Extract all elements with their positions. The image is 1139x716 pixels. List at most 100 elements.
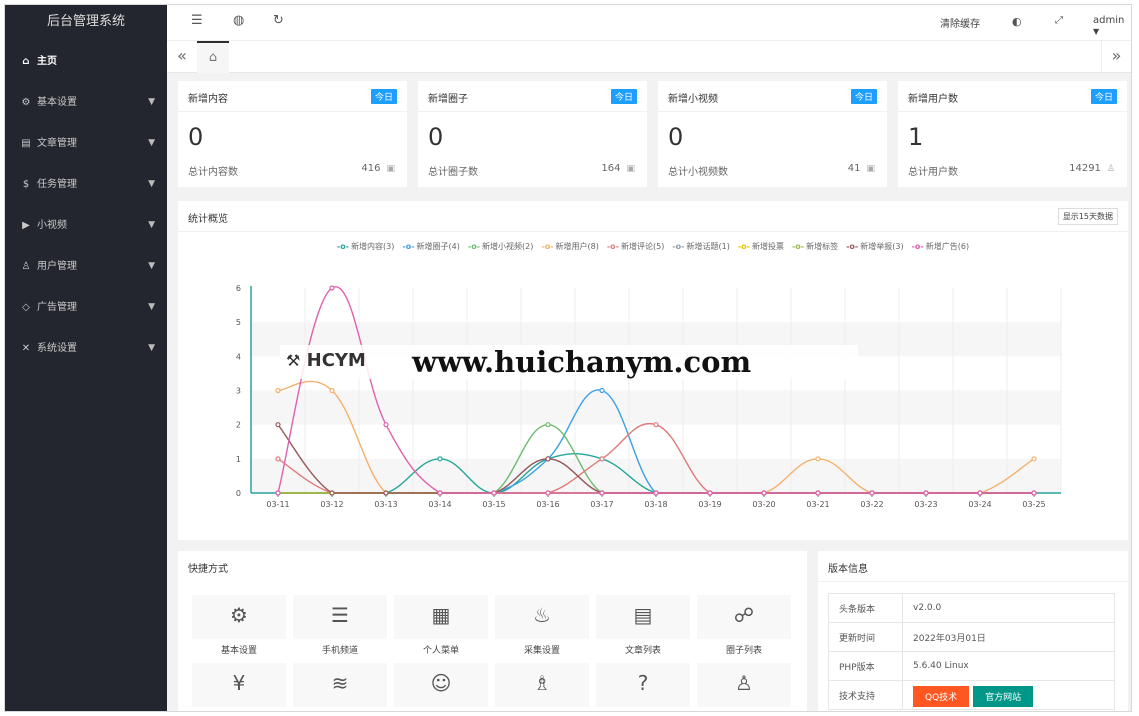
quick-link-label[interactable]: 基本设置 <box>192 643 286 656</box>
globe-icon[interactable]: ◍ <box>233 13 244 28</box>
document-icon: ▣ <box>626 164 635 174</box>
quick-link-label[interactable]: 个人菜单 <box>394 643 488 656</box>
tools-icon: ✕ <box>21 343 31 354</box>
quick-link[interactable]: ☍ <box>697 595 791 639</box>
caret-down-icon: ▼ <box>148 220 155 230</box>
quick-link[interactable]: ⚙ <box>192 595 286 639</box>
quick-link[interactable]: ♙ <box>697 663 791 707</box>
data-point <box>275 422 281 428</box>
stat-title: 新增小视频 <box>668 94 718 105</box>
y-tick-label: 5 <box>236 318 241 327</box>
qq-support-button[interactable]: QQ技术 <box>913 685 970 707</box>
user-menu[interactable]: admin ▼ <box>1093 15 1131 37</box>
app-window: 后台管理系统 ⌂ 主页 ⚙ 基本设置 ▼ ▤ 文章管理 ▼ $ 任务管理 ▼ ▶ 小视频 ▼ ♙ 用户管理 ▼ ◇… <box>4 4 1132 712</box>
refresh-icon[interactable]: ↻ <box>273 13 284 28</box>
y-tick-label: 4 <box>236 352 241 361</box>
quick-link-label[interactable]: 手机频道 <box>293 643 387 656</box>
quick-link[interactable]: ▦ <box>394 595 488 639</box>
clear-cache-button[interactable]: 清除缓存 <box>940 15 980 30</box>
quick-link[interactable]: ♨ <box>495 595 589 639</box>
stat-title: 新增内容 <box>188 94 228 105</box>
sidebar-item-label: 小视频 <box>37 220 67 231</box>
tab-home[interactable]: ⌂ <box>197 41 229 73</box>
data-point <box>545 456 551 462</box>
theme-icon[interactable]: ◐ <box>1012 15 1022 28</box>
data-point <box>923 490 929 496</box>
fullscreen-icon[interactable]: ⤢ <box>1055 15 1063 26</box>
quick-link[interactable]: ♗ <box>495 663 589 707</box>
tab-scroll-left-icon[interactable]: « <box>167 41 197 73</box>
stat-value: 0 <box>188 123 204 151</box>
chat-icon: ☍ <box>733 603 755 627</box>
x-tick-label: 03-16 <box>536 500 559 509</box>
sidebar-item-label: 基本设置 <box>37 97 77 108</box>
sidebar-item-2[interactable]: ▤ 文章管理 ▼ <box>5 123 167 164</box>
document-icon: ▣ <box>386 164 395 174</box>
caret-down-icon: ▼ <box>148 138 155 148</box>
data-point <box>599 490 605 496</box>
sidebar-item-0[interactable]: ⌂ 主页 <box>5 41 167 82</box>
x-tick-label: 03-13 <box>374 500 397 509</box>
document-icon: ▣ <box>866 164 875 174</box>
data-point <box>275 456 281 462</box>
stat-card: 新增用户数 今日 1 总计用户数 14291 ♙ <box>898 81 1127 187</box>
quick-link[interactable]: ▤ <box>596 595 690 639</box>
caret-down-icon: ▼ <box>148 302 155 312</box>
sidebar-item-label: 主页 <box>37 56 57 67</box>
data-point <box>437 490 443 496</box>
x-tick-label: 03-22 <box>860 500 883 509</box>
data-point <box>599 387 605 394</box>
y-tick-label: 6 <box>236 284 241 293</box>
quick-link[interactable]: ☺ <box>394 663 488 707</box>
version-row: PHP版本 5.6.40 Linux <box>828 651 1115 681</box>
help-doc-icon: ? <box>637 671 649 695</box>
app-title: 后台管理系统 <box>46 14 125 29</box>
sidebar-item-4[interactable]: ▶ 小视频 ▼ <box>5 205 167 246</box>
quick-link-label[interactable]: 采集设置 <box>495 643 589 656</box>
data-point <box>383 422 389 428</box>
tag-icon: ◇ <box>22 302 30 313</box>
stat-total: 164 ▣ <box>601 163 635 174</box>
caret-down-icon: ▼ <box>148 97 155 107</box>
y-tick-label: 2 <box>236 421 241 430</box>
sidebar-item-3[interactable]: $ 任务管理 ▼ <box>5 164 167 205</box>
data-point <box>707 490 713 496</box>
quick-link[interactable]: ¥ <box>192 663 286 707</box>
x-tick-label: 03-20 <box>752 500 775 509</box>
stat-total: 41 ▣ <box>848 163 875 174</box>
sidebar-item-6[interactable]: ◇ 广告管理 ▼ <box>5 287 167 328</box>
person-icon: ♙ <box>735 671 753 695</box>
x-tick-label: 03-11 <box>266 500 289 509</box>
stat-card: 新增小视频 今日 0 总计小视频数 41 ▣ <box>658 81 887 187</box>
version-value: v2.0.0 <box>902 593 1115 623</box>
watermark-text: www.huichanym.com <box>412 345 752 379</box>
layers-icon: ≋ <box>331 671 349 695</box>
quick-link[interactable]: ☰ <box>293 595 387 639</box>
quick-link[interactable]: ≋ <box>293 663 387 707</box>
watermark-logo: ⚒ HCYM <box>286 350 366 371</box>
data-point <box>599 456 605 462</box>
today-badge: 今日 <box>370 89 397 104</box>
clipboard-icon: ▤ <box>633 603 653 627</box>
x-tick-label: 03-21 <box>806 500 829 509</box>
smile-icon: ☺ <box>430 671 452 695</box>
quick-link-label[interactable]: 文章列表 <box>596 643 690 656</box>
data-point <box>275 387 281 394</box>
quick-link[interactable]: ? <box>596 663 690 707</box>
sidebar-item-7[interactable]: ✕ 系统设置 ▼ <box>5 328 167 369</box>
sidebar-item-5[interactable]: ♙ 用户管理 ▼ <box>5 246 167 287</box>
stat-total-value: 416 <box>361 163 381 174</box>
data-point <box>815 490 821 496</box>
grid-band <box>251 458 1061 493</box>
stat-title: 新增用户数 <box>908 94 958 105</box>
top-header: ☰ ◍ ↻ 清除缓存 ◐ ⤢ admin ▼ <box>167 5 1131 41</box>
quick-link-label[interactable]: 圈子列表 <box>697 643 791 656</box>
sidebar-item-1[interactable]: ⚙ 基本设置 ▼ <box>5 82 167 123</box>
version-row: 头条版本 v2.0.0 <box>828 593 1115 623</box>
collapse-menu-icon[interactable]: ☰ <box>191 13 203 28</box>
data-point <box>761 490 767 496</box>
tab-scroll-right-icon[interactable]: » <box>1101 41 1131 73</box>
dollar-icon: $ <box>22 179 30 190</box>
yen-icon: ¥ <box>232 671 246 695</box>
official-site-button[interactable]: 官方网站 <box>973 685 1034 707</box>
